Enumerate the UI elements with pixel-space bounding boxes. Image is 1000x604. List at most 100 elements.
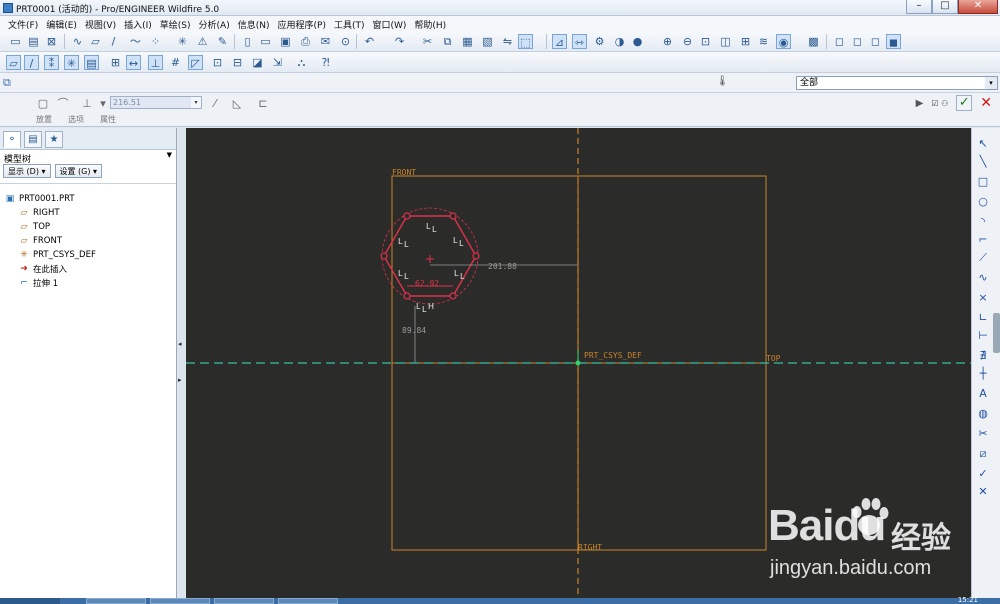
- start-button[interactable]: [0, 598, 60, 604]
- pencil-icon[interactable]: ✎: [215, 34, 230, 49]
- page-icon[interactable]: ▯: [240, 34, 255, 49]
- paste-special-icon[interactable]: ▧: [480, 34, 495, 49]
- copy-icon[interactable]: ⧉: [440, 34, 455, 49]
- sketch-references-icon[interactable]: ⊡: [210, 55, 225, 70]
- spin-icon[interactable]: ◑: [612, 34, 627, 49]
- view-repaint-icon[interactable]: ⊿: [552, 34, 567, 49]
- remove-material-icon[interactable]: ◺: [230, 97, 244, 111]
- vertex-display-icon[interactable]: ◸: [188, 55, 203, 70]
- use-edge-icon[interactable]: ∟: [975, 310, 991, 326]
- quit-x-icon[interactable]: ✕: [975, 484, 991, 500]
- taskbar-item[interactable]: [214, 598, 274, 604]
- menu-sketch[interactable]: 草绘(S): [156, 16, 195, 31]
- menu-applications[interactable]: 应用程序(P): [274, 16, 330, 31]
- tree-item-csys[interactable]: ✳ PRT_CSYS_DEF: [4, 248, 176, 262]
- horizontal-dimension[interactable]: 201.88: [488, 262, 517, 271]
- datum-plane-tool-icon[interactable]: ▱: [88, 34, 103, 49]
- refit-icon[interactable]: ⊡: [698, 34, 713, 49]
- chamfer-tool-icon[interactable]: ⟋: [975, 250, 991, 266]
- menu-edit[interactable]: 编辑(E): [42, 16, 81, 31]
- datum-axis-icon[interactable]: /: [106, 34, 121, 49]
- dimension-display-icon[interactable]: ↔: [126, 55, 141, 70]
- overlapping-icon[interactable]: ◪: [250, 55, 265, 70]
- collapse-arrow-icon[interactable]: ◂: [178, 340, 182, 348]
- no-hidden-icon[interactable]: ◻: [868, 34, 883, 49]
- save-icon[interactable]: ▣: [278, 34, 293, 49]
- modify-tool-icon[interactable]: ∄: [975, 348, 991, 364]
- spin-center-icon[interactable]: ⇿: [572, 34, 587, 49]
- sketch-plane-icon[interactable]: ▱: [6, 55, 21, 70]
- thicken-icon[interactable]: ⊏: [256, 97, 270, 111]
- orient-mode-icon[interactable]: ⚙: [592, 34, 607, 49]
- datum-point-icon[interactable]: ⁘: [148, 34, 163, 49]
- paste-icon[interactable]: ▦: [460, 34, 475, 49]
- sketch-point-icon[interactable]: ⁑: [44, 55, 59, 70]
- open-ends-icon[interactable]: ⇲: [270, 55, 285, 70]
- redo-icon[interactable]: ↷: [392, 34, 407, 49]
- menu-tools[interactable]: 工具(T): [330, 16, 369, 31]
- taskbar-item[interactable]: [150, 598, 210, 604]
- toolbar-scrollbar[interactable]: [993, 313, 1000, 353]
- menu-file[interactable]: 文件(F): [4, 16, 42, 31]
- sketch-setup-icon[interactable]: ⊞: [108, 55, 123, 70]
- menu-help[interactable]: 帮助(H): [410, 16, 450, 31]
- model-display-icon[interactable]: ▩: [806, 34, 821, 49]
- grid-display-icon[interactable]: #: [168, 55, 183, 70]
- pause-icon[interactable]: ▶: [916, 98, 924, 109]
- select-box-icon[interactable]: ⬚: [518, 34, 533, 49]
- folder-icon[interactable]: ▭: [258, 34, 273, 49]
- tree-item-top[interactable]: ▱ TOP: [4, 220, 176, 234]
- taskbar-item[interactable]: [278, 598, 338, 604]
- tree-item-right[interactable]: ▱ RIGHT: [4, 206, 176, 220]
- tree-item-part[interactable]: ▣ PRT0001.PRT: [4, 192, 176, 206]
- sketcher-icon[interactable]: ⛬: [294, 55, 309, 70]
- menu-window[interactable]: 窗口(W): [368, 16, 410, 31]
- tab-model-tree-icon[interactable]: ⚬: [3, 131, 21, 148]
- shading-icon[interactable]: ◼: [886, 34, 901, 49]
- zoom-out-icon[interactable]: ⊖: [680, 34, 695, 49]
- select-arrow-icon[interactable]: ↖: [975, 136, 991, 152]
- close-window-icon[interactable]: ⊠: [44, 34, 59, 49]
- depth-value-input[interactable]: 216.51 ▾: [110, 96, 202, 109]
- arc-tool-icon[interactable]: ◝: [975, 214, 991, 230]
- regenerate-icon[interactable]: ⇋: [500, 34, 515, 49]
- fillet-tool-icon[interactable]: ⌐: [975, 232, 991, 248]
- palette-tool-icon[interactable]: ◍: [975, 406, 991, 422]
- menu-view[interactable]: 视图(V): [81, 16, 120, 31]
- cut-icon[interactable]: ✂: [420, 34, 435, 49]
- saved-views-icon[interactable]: ⊞: [738, 34, 753, 49]
- minimize-button[interactable]: –: [906, 0, 932, 14]
- tab-placement[interactable]: 放置: [36, 114, 52, 125]
- tab-favorites-icon[interactable]: ★: [45, 131, 63, 148]
- ok-button[interactable]: ✓: [956, 95, 973, 111]
- hidden-line-icon[interactable]: ◻: [850, 34, 865, 49]
- dimension-tool-icon[interactable]: ⊢: [975, 328, 991, 344]
- display-style-icon[interactable]: ◉: [776, 34, 791, 49]
- layers-icon[interactable]: ≋: [756, 34, 771, 49]
- constraint-tool-icon[interactable]: ┼: [975, 366, 991, 382]
- width-dimension[interactable]: 62.92: [415, 279, 439, 288]
- taskbar-item[interactable]: [86, 598, 146, 604]
- appearance-icon[interactable]: ●: [630, 34, 645, 49]
- analysis-icon[interactable]: ⚠: [195, 34, 210, 49]
- flip-direction-icon[interactable]: ⁄: [208, 97, 222, 111]
- menu-analysis[interactable]: 分析(A): [195, 16, 234, 31]
- menu-insert[interactable]: 插入(I): [120, 16, 156, 31]
- email-icon[interactable]: ✉: [318, 34, 333, 49]
- tree-item-extrude[interactable]: ⌐ 拉伸 1: [4, 276, 176, 290]
- text-tool-icon[interactable]: A: [975, 386, 991, 402]
- maximize-button[interactable]: □: [932, 0, 958, 14]
- tree-item-front[interactable]: ▱ FRONT: [4, 234, 176, 248]
- chevron-down-icon[interactable]: ▼: [167, 151, 172, 159]
- mirror-tool-icon[interactable]: ⧄: [975, 446, 991, 462]
- wireframe-icon[interactable]: ◻: [832, 34, 847, 49]
- sketch-curve-icon[interactable]: ∿: [70, 34, 85, 49]
- sketch-annotation-icon[interactable]: ▤: [84, 55, 99, 70]
- line-tool-icon[interactable]: ╲: [975, 154, 991, 170]
- show-button[interactable]: 显示 (D) ▾: [3, 164, 51, 178]
- whats-this-icon[interactable]: ⁈: [318, 55, 333, 70]
- done-check-icon[interactable]: ✓: [975, 466, 991, 482]
- trim-tool-icon[interactable]: ✂: [975, 426, 991, 442]
- expand-arrow-icon[interactable]: ▸: [178, 376, 182, 384]
- tab-options[interactable]: 选项: [68, 114, 84, 125]
